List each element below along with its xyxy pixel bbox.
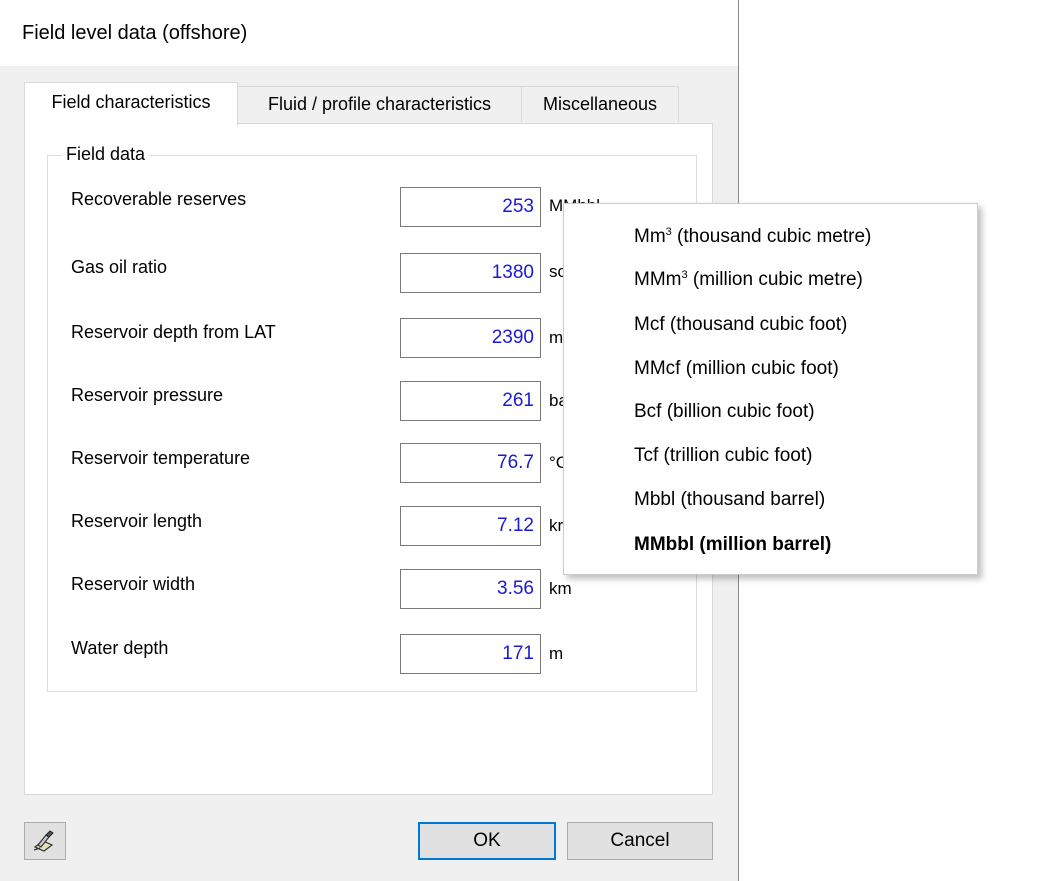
menu-item-mcf[interactable]: Mcf (thousand cubic foot) [634, 314, 847, 336]
menu-item-mm3-post: (thousand cubic metre) [671, 226, 872, 247]
tab-miscellaneous[interactable]: Miscellaneous [521, 86, 679, 122]
label-reservoir-temperature: Reservoir temperature [71, 448, 251, 468]
unit-reservoir-width[interactable]: km [549, 579, 572, 599]
label-reservoir-pressure: Reservoir pressure [71, 385, 224, 405]
menu-item-mmbbl[interactable]: MMbbl (million barrel) [634, 534, 831, 556]
tab-field-characteristics[interactable]: Field characteristics [24, 82, 238, 126]
settings-wand-icon [33, 830, 54, 852]
reservoir-pressure-input[interactable] [400, 381, 541, 421]
window-title: Field level data (offshore) [22, 22, 248, 44]
unit-reservoir-length[interactable]: kr [549, 516, 563, 536]
recoverable-reserves-input[interactable] [400, 187, 541, 227]
menu-item-mbbl[interactable]: Mbbl (thousand barrel) [634, 489, 825, 511]
group-title: Field data [62, 144, 150, 165]
label-reservoir-depth: Reservoir depth from LAT [71, 322, 276, 342]
unit-water-depth[interactable]: m [549, 644, 563, 664]
menu-item-mm3[interactable]: Mm3 (thousand cubic metre) [634, 226, 871, 248]
reservoir-temperature-input[interactable] [400, 443, 541, 483]
unit-dropdown-menu: Mm3 (thousand cubic metre) MMm3 (million… [563, 203, 978, 575]
menu-item-bcf[interactable]: Bcf (billion cubic foot) [634, 401, 815, 423]
label-water-depth: Water depth [71, 638, 169, 658]
menu-item-mm3-pre: Mm [634, 226, 666, 247]
label-recoverable-reserves: Recoverable reserves [71, 189, 247, 209]
title-bar: Field level data (offshore) [0, 0, 738, 66]
reservoir-depth-input[interactable] [400, 318, 541, 358]
gas-oil-ratio-input[interactable] [400, 253, 541, 293]
cancel-button[interactable]: Cancel [567, 822, 713, 860]
menu-item-mmcf[interactable]: MMcf (million cubic foot) [634, 358, 839, 380]
reservoir-width-input[interactable] [400, 569, 541, 609]
unit-reservoir-depth[interactable]: m [549, 328, 563, 348]
menu-item-mmm3-post: (million cubic metre) [687, 269, 863, 290]
label-reservoir-length: Reservoir length [71, 511, 203, 531]
ok-button[interactable]: OK [418, 822, 556, 860]
tab-fluid-profile-characteristics[interactable]: Fluid / profile characteristics [237, 86, 522, 122]
reservoir-length-input[interactable] [400, 506, 541, 546]
menu-item-mmm3-pre: MMm [634, 269, 682, 290]
label-reservoir-width: Reservoir width [71, 574, 196, 594]
label-gas-oil-ratio: Gas oil ratio [71, 257, 168, 277]
menu-item-tcf[interactable]: Tcf (trillion cubic foot) [634, 445, 812, 467]
menu-item-mmm3[interactable]: MMm3 (million cubic metre) [634, 269, 863, 291]
water-depth-input[interactable] [400, 634, 541, 674]
settings-button[interactable] [24, 822, 66, 860]
